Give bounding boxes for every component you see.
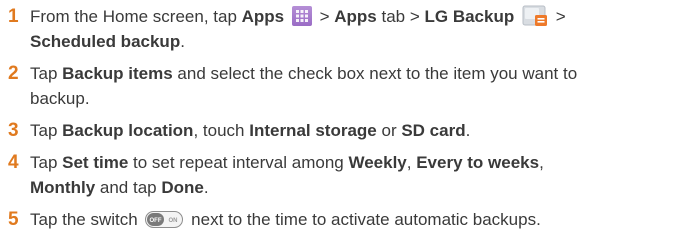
step-5-line-1: Tap the switch OFF ON next to the time to… (30, 207, 672, 232)
switch-on-label: ON (169, 218, 178, 224)
step-1-line-1: From the Home screen, tap Apps > Apps ta… (30, 4, 672, 29)
step-keyword-lg-backup: LG Backup (424, 7, 515, 26)
step-keyword-internal-storage: Internal storage (249, 121, 377, 140)
step-keyword-apps-tab: Apps (334, 7, 377, 26)
step-text: , (539, 153, 544, 172)
step-text: Tap (30, 64, 63, 83)
step-number: 5 (8, 209, 19, 230)
step-text: or (376, 121, 402, 140)
step-number: 4 (8, 152, 19, 173)
step-text: . (465, 121, 471, 140)
step-5: 5 Tap the switch OFF ON next to the time … (8, 207, 672, 232)
step-text: . (203, 178, 209, 197)
step-text: Tap the switch (30, 210, 143, 229)
step-text: > (314, 7, 335, 26)
step-keyword-backup-location: Backup location (62, 121, 194, 140)
step-text: to set repeat interval among (128, 153, 349, 172)
step-4: 4 Tap Set time to set repeat interval am… (8, 150, 672, 200)
step-text: > (550, 7, 566, 26)
step-3-line-1: Tap Backup location, touch Internal stor… (30, 118, 672, 143)
toggle-switch-icon: OFF ON (145, 210, 184, 228)
apps-grid-icon (291, 6, 312, 26)
step-text: , (406, 153, 417, 172)
step-keyword-monthly: Monthly (30, 178, 96, 197)
step-text: and select the check box next to the ite… (172, 64, 578, 83)
step-keyword-scheduled-backup: Scheduled backup (30, 32, 181, 51)
switch-off-label: OFF (150, 218, 162, 224)
step-2-line-2: backup. (30, 86, 672, 111)
step-keyword-done: Done (161, 178, 204, 197)
step-text: tab > (376, 7, 425, 26)
step-number: 3 (8, 120, 19, 141)
step-1-line-2: Scheduled backup. (30, 29, 672, 54)
step-keyword-backup-items: Backup items (62, 64, 173, 83)
step-text: and tap (95, 178, 162, 197)
step-1: 1 From the Home screen, tap Apps > Apps … (8, 4, 672, 54)
step-keyword-apps: Apps (241, 7, 285, 26)
instruction-steps: 1 From the Home screen, tap Apps > Apps … (8, 4, 672, 239)
step-2: 2 Tap Backup items and select the check … (8, 61, 672, 111)
step-text: . (180, 32, 185, 51)
step-text: Tap (30, 121, 63, 140)
step-3: 3 Tap Backup location, touch Internal st… (8, 118, 672, 143)
step-4-line-2: Monthly and tap Done. (30, 175, 672, 200)
step-number: 1 (8, 6, 19, 27)
step-keyword-set-time: Set time (62, 153, 129, 172)
step-text: backup. (30, 89, 90, 108)
step-text: next to the time to activate automatic b… (186, 210, 541, 229)
step-text: From the Home screen, tap (30, 7, 242, 26)
step-keyword-every-to-weeks: Every to weeks (416, 153, 540, 172)
lg-backup-icon (522, 5, 548, 27)
step-2-line-1: Tap Backup items and select the check bo… (30, 61, 672, 86)
step-keyword-weekly: Weekly (348, 153, 407, 172)
step-number: 2 (8, 63, 19, 84)
step-text: , touch (193, 121, 250, 140)
step-4-line-1: Tap Set time to set repeat interval amon… (30, 150, 672, 175)
step-text: Tap (30, 153, 63, 172)
step-keyword-sd-card: SD card (401, 121, 466, 140)
